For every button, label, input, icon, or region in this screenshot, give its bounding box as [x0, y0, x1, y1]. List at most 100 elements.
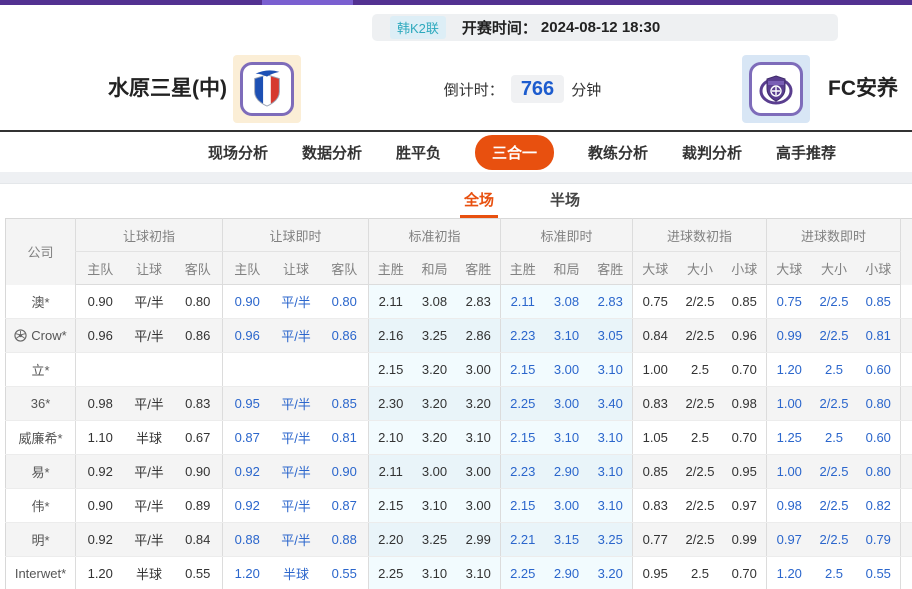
odds-cell: 1.20 — [76, 557, 125, 589]
odds-cell: 平/半 — [272, 421, 321, 455]
odds-cell: 3.20 — [457, 387, 501, 421]
company-cell[interactable]: 澳* — [6, 285, 76, 319]
scope-tabs: 全场 半场 — [66, 184, 912, 218]
odds-cell: 0.85 — [723, 285, 767, 319]
odds-cell: 0.86 — [321, 319, 369, 353]
company-name: Crow* — [31, 328, 66, 343]
odds-cell: 平/半 — [125, 285, 174, 319]
odds-cell: 2.21 — [501, 523, 545, 557]
odds-cell: 2.16 — [369, 319, 413, 353]
group-header-4: 标准即时 — [501, 219, 633, 252]
company-cell[interactable]: 易* — [6, 455, 76, 489]
odds-cell: 3.10 — [545, 319, 589, 353]
overflow-cell — [901, 387, 912, 421]
odds-cell: 2.5 — [678, 557, 723, 589]
odds-cell: 平/半 — [125, 387, 174, 421]
odds-cell: 0.98 — [76, 387, 125, 421]
odds-cell: 3.00 — [545, 489, 589, 523]
countdown: 倒计时：766分钟 — [395, 55, 650, 123]
league-badge[interactable]: 韩K2联 — [390, 16, 446, 39]
company-cell[interactable]: Interwet* — [6, 557, 76, 589]
odds-cell: 平/半 — [125, 523, 174, 557]
odds-cell: 0.97 — [767, 523, 812, 557]
odds-cell: 3.40 — [589, 387, 633, 421]
company-cell[interactable]: 明* — [6, 523, 76, 557]
odds-row: Crow*0.96平/半0.860.96平/半0.862.163.252.862… — [6, 319, 912, 353]
odds-cell: 2.23 — [501, 319, 545, 353]
odds-cell: 2.15 — [501, 489, 545, 523]
nav-tab-win-draw-loss[interactable]: 胜平负 — [396, 142, 441, 163]
odds-row: 澳*0.90平/半0.800.90平/半0.802.113.082.832.11… — [6, 285, 912, 319]
odds-cell: 0.83 — [174, 387, 223, 421]
sub-header: 让球 — [125, 252, 174, 285]
overflow-column-header — [901, 219, 912, 285]
odds-cell: 1.00 — [767, 387, 812, 421]
company-cell[interactable]: 威廉希* — [6, 421, 76, 455]
nav-tab-data-analysis[interactable]: 数据分析 — [302, 142, 362, 163]
odds-cell: 2.5 — [812, 557, 857, 589]
odds-cell: 0.89 — [174, 489, 223, 523]
odds-cell: 2.90 — [545, 455, 589, 489]
away-team-logo[interactable] — [742, 55, 810, 123]
nav-tab-coach-analysis[interactable]: 教练分析 — [588, 142, 648, 163]
odds-cell: 0.70 — [723, 557, 767, 589]
company-cell[interactable]: 立* — [6, 353, 76, 387]
odds-cell: 3.00 — [545, 387, 589, 421]
sub-header: 客队 — [321, 252, 369, 285]
odds-table-body: 澳*0.90平/半0.800.90平/半0.802.113.082.832.11… — [6, 285, 912, 589]
odds-cell: 3.00 — [457, 455, 501, 489]
odds-cell: 2.15 — [501, 421, 545, 455]
nav-tab-live-analysis[interactable]: 现场分析 — [208, 142, 268, 163]
odds-cell: 0.97 — [723, 489, 767, 523]
home-team-logo[interactable] — [233, 55, 301, 123]
odds-cell: 平/半 — [125, 489, 174, 523]
sub-header: 客胜 — [589, 252, 633, 285]
odds-cell: 0.55 — [857, 557, 901, 589]
odds-cell: 2.5 — [812, 421, 857, 455]
odds-cell: 0.84 — [633, 319, 678, 353]
sub-header: 小球 — [723, 252, 767, 285]
group-header-5: 进球数初指 — [633, 219, 767, 252]
sub-header: 大小 — [678, 252, 723, 285]
odds-cell: 0.70 — [723, 353, 767, 387]
odds-cell: 3.10 — [413, 557, 457, 589]
odds-cell: 3.20 — [413, 353, 457, 387]
group-header-6: 进球数即时 — [767, 219, 901, 252]
overflow-cell — [901, 421, 912, 455]
tab-half-match[interactable]: 半场 — [546, 184, 584, 218]
odds-cell: 1.10 — [76, 421, 125, 455]
kickoff-pill: 韩K2联 开赛时间： 2024-08-12 18:30 — [372, 14, 838, 41]
odds-cell: 0.80 — [857, 387, 901, 421]
company-cell[interactable]: 伟* — [6, 489, 76, 523]
odds-cell: 2.11 — [369, 455, 413, 489]
odds-cell: 0.88 — [223, 523, 272, 557]
odds-cell: 0.83 — [633, 489, 678, 523]
odds-cell: 2.99 — [457, 523, 501, 557]
odds-cell: 0.92 — [76, 523, 125, 557]
odds-cell: 3.25 — [589, 523, 633, 557]
odds-cell: 2/2.5 — [678, 489, 723, 523]
odds-cell: 2.25 — [369, 557, 413, 589]
nav-tab-referee-analysis[interactable]: 裁判分析 — [682, 142, 742, 163]
odds-cell: 0.85 — [633, 455, 678, 489]
odds-cell: 0.88 — [321, 523, 369, 557]
odds-cell: 3.10 — [457, 557, 501, 589]
odds-cell: 2.20 — [369, 523, 413, 557]
tab-full-match[interactable]: 全场 — [460, 184, 498, 218]
nav-tab-three-in-one[interactable]: 三合一 — [475, 135, 554, 170]
odds-cell: 0.55 — [174, 557, 223, 589]
odds-row: 立*2.153.203.002.153.003.101.002.50.701.2… — [6, 353, 912, 387]
odds-cell: 0.84 — [174, 523, 223, 557]
company-cell[interactable]: Crow* — [6, 319, 76, 353]
odds-cell: 0.98 — [767, 489, 812, 523]
nav-tab-expert-picks[interactable]: 高手推荐 — [776, 142, 836, 163]
odds-cell — [223, 353, 272, 387]
odds-cell: 0.90 — [321, 455, 369, 489]
odds-cell: 0.67 — [174, 421, 223, 455]
sub-header: 大小 — [812, 252, 857, 285]
company-cell[interactable]: 36* — [6, 387, 76, 421]
odds-cell: 3.08 — [545, 285, 589, 319]
away-team-name[interactable]: FC安养 — [818, 55, 908, 123]
odds-cell: 2/2.5 — [678, 523, 723, 557]
odds-cell: 0.80 — [857, 455, 901, 489]
